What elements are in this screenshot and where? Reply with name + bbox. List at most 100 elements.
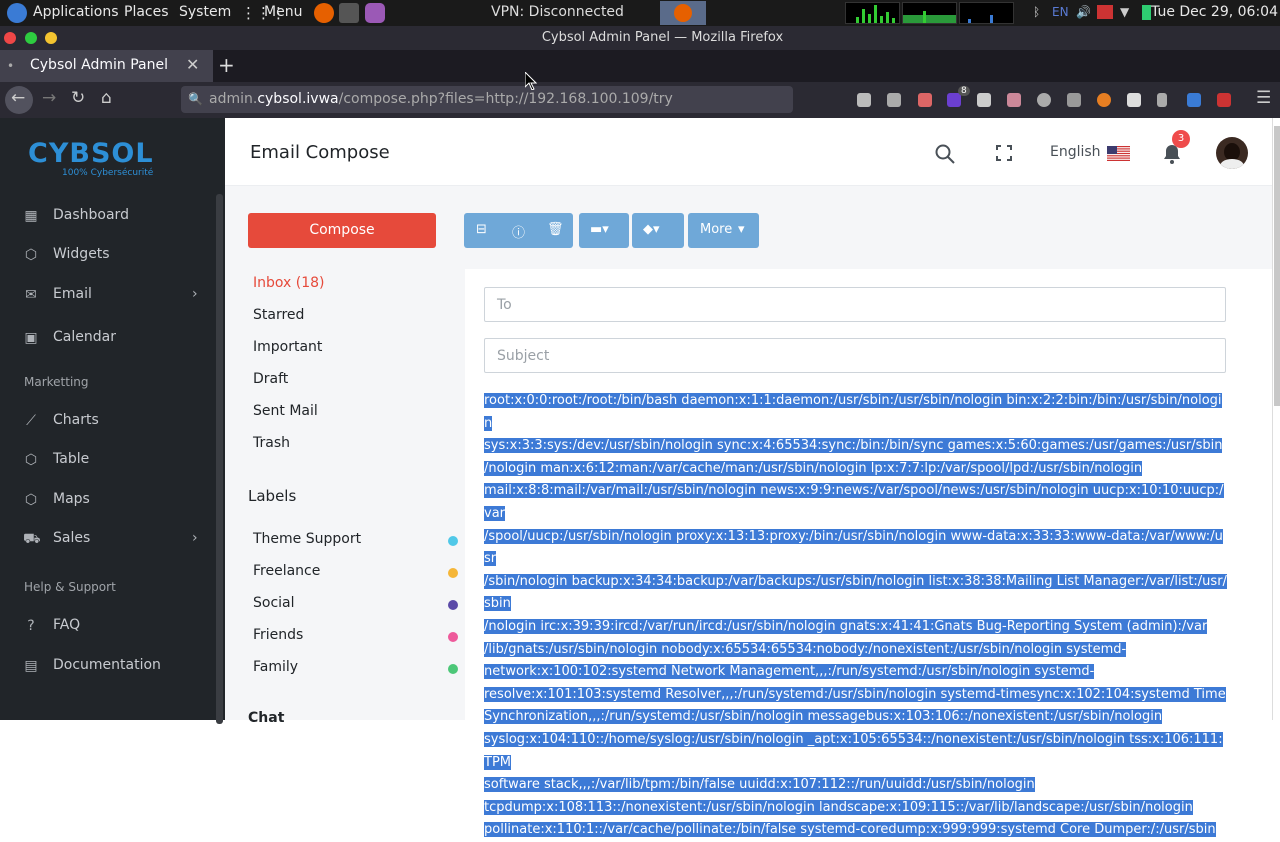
memory-graph (902, 2, 957, 24)
message-body-line: /lib/gnats:/usr/sbin/nologin nobody:x:65… (484, 641, 1127, 657)
home-button[interactable]: ⌂ (101, 88, 112, 108)
extension-icon[interactable] (1217, 93, 1231, 107)
extension-icon[interactable] (918, 93, 932, 107)
forward-button[interactable]: → (42, 88, 56, 108)
subject-field[interactable]: Subject (484, 338, 1226, 373)
extension-icon[interactable] (1067, 93, 1081, 107)
extension-icon[interactable] (1127, 93, 1141, 107)
window-titlebar: Cybsol Admin Panel — Mozilla Firefox (0, 26, 1280, 50)
keyboard-layout[interactable]: EN (1052, 5, 1069, 19)
places-menu[interactable]: Places (124, 4, 169, 20)
sidebar-item-charts[interactable]: ⟋ Charts (0, 408, 225, 438)
vpn-status[interactable]: VPN: Disconnected (491, 4, 624, 20)
avatar[interactable] (1216, 137, 1248, 169)
site-info-icon[interactable]: 🔍 (188, 92, 203, 106)
folder-trash[interactable]: Trash (253, 435, 290, 451)
folder-sent[interactable]: Sent Mail (253, 403, 318, 419)
extension-badge-count: 8 (958, 86, 970, 96)
clock[interactable]: Tue Dec 29, 06:04 (1151, 4, 1278, 20)
folder-dropdown[interactable]: ▬▾ (579, 213, 629, 248)
extension-icon[interactable] (1097, 93, 1111, 107)
sidebar-item-faq[interactable]: ? FAQ (0, 613, 225, 643)
system-menu[interactable]: System (179, 4, 231, 20)
language-selector[interactable]: English (1050, 144, 1101, 160)
label-family[interactable]: Family (253, 659, 463, 675)
reload-button[interactable]: ↻ (71, 88, 85, 108)
url-prefix: admin. (209, 91, 258, 107)
extension-icon[interactable] (1157, 93, 1167, 107)
library-icon[interactable] (857, 93, 871, 107)
more-dropdown[interactable]: More ▾ (688, 213, 759, 248)
bluetooth-icon[interactable]: ᛒ (1033, 5, 1040, 19)
section-help: Help & Support (24, 580, 116, 594)
alert-icon[interactable]: ⓘ (512, 222, 525, 241)
new-tab-button[interactable]: + (218, 53, 235, 77)
chat-heading: Chat (248, 710, 285, 726)
sidebar-item-dashboard[interactable]: ▦ Dashboard (0, 203, 225, 233)
page-scrollbar[interactable] (1272, 118, 1280, 720)
sidebar-item-documentation[interactable]: ▤ Documentation (0, 653, 225, 683)
wifi-icon[interactable]: ▼ (1120, 5, 1129, 19)
search-icon[interactable] (935, 144, 955, 168)
applications-menu[interactable]: Applications (33, 4, 119, 20)
editor-launcher-icon[interactable] (365, 3, 385, 23)
fullscreen-icon[interactable] (996, 145, 1012, 165)
volume-icon[interactable]: 🔊 (1076, 5, 1091, 19)
chart-icon: ⟋ (26, 413, 36, 429)
sidebar-item-sales[interactable]: ⛟ Sales › (0, 526, 225, 556)
tab-strip: • Cybsol Admin Panel ✕ + (0, 50, 1280, 82)
extension-icon[interactable] (1187, 93, 1201, 107)
label-freelance[interactable]: Freelance (253, 563, 463, 579)
tag-dropdown[interactable]: ◆▾ (632, 213, 684, 248)
cpu-graph (845, 2, 900, 24)
menu-button[interactable]: Menu (264, 4, 302, 20)
compose-button[interactable]: Compose (248, 213, 436, 248)
to-field[interactable]: To (484, 287, 1226, 322)
extension-badge-icon[interactable] (947, 93, 961, 107)
battery-icon[interactable] (1142, 5, 1151, 20)
terminal-launcher-icon[interactable] (339, 3, 359, 23)
url-host: cybsol.ivwa (257, 91, 339, 107)
label-social[interactable]: Social (253, 595, 463, 611)
back-arrow-icon: ← (11, 88, 26, 108)
inbox-count: (18) (295, 275, 325, 291)
firefox-launcher-icon[interactable] (314, 3, 334, 23)
extension-icon[interactable] (977, 93, 991, 107)
distro-logo-icon[interactable] (7, 3, 27, 23)
sidebar-toggle-icon[interactable] (887, 93, 901, 107)
label-friends[interactable]: Friends (253, 627, 463, 643)
us-flag-icon[interactable] (1107, 146, 1130, 161)
tab-cybsol-admin[interactable]: • Cybsol Admin Panel ✕ (0, 50, 213, 82)
labels-heading: Labels (248, 487, 297, 505)
tab-close-icon[interactable]: ✕ (186, 55, 199, 74)
message-body-line: sys:x:3:3:sys:/dev:/usr/sbin/nologin syn… (484, 438, 1223, 454)
logo-text: CYBSOL (28, 138, 154, 169)
folder-draft[interactable]: Draft (253, 371, 288, 387)
label-theme-support[interactable]: Theme Support (253, 531, 463, 547)
sidebar-item-email[interactable]: ✉ Email › (0, 282, 225, 312)
record-indicator-icon[interactable] (1097, 5, 1113, 19)
extension-icon[interactable] (1007, 93, 1021, 107)
inbox-tray-icon[interactable]: ⊟ (476, 222, 487, 237)
sidebar-item-calendar[interactable]: ▣ Calendar (0, 325, 225, 355)
sidebar-item-widgets[interactable]: ⬡ Widgets (0, 242, 225, 272)
message-body[interactable]: root:x:0:0:root:/root:/bin/bash daemon:x… (484, 390, 1229, 842)
folder-starred[interactable]: Starred (253, 307, 304, 323)
trash-icon[interactable]: 🗑 (547, 222, 564, 237)
url-bar[interactable]: admin.cybsol.ivwa/compose.php?files=http… (181, 86, 793, 113)
label-name: Friends (253, 627, 304, 643)
sidebar-scrollbar[interactable] (216, 194, 223, 724)
sidebar-item-maps[interactable]: ⬡ Maps (0, 487, 225, 517)
folder-inbox[interactable]: Inbox (18) (253, 275, 325, 291)
taskbar-firefox-window[interactable] (660, 1, 706, 25)
extension-icon[interactable] (1037, 93, 1051, 107)
sidebar-item-table[interactable]: ⬡ Table (0, 447, 225, 477)
sidebar-item-label: Dashboard (53, 207, 129, 223)
logo[interactable]: CYBSOL 100% Cybersécurité (28, 138, 154, 178)
hamburger-menu-icon[interactable]: ☰ (1256, 88, 1271, 108)
scrollbar-thumb[interactable] (1274, 126, 1280, 406)
label-dot-icon (448, 536, 458, 546)
network-graph (959, 2, 1014, 24)
folder-important[interactable]: Important (253, 339, 322, 355)
mail-icon: ✉ (25, 287, 37, 303)
